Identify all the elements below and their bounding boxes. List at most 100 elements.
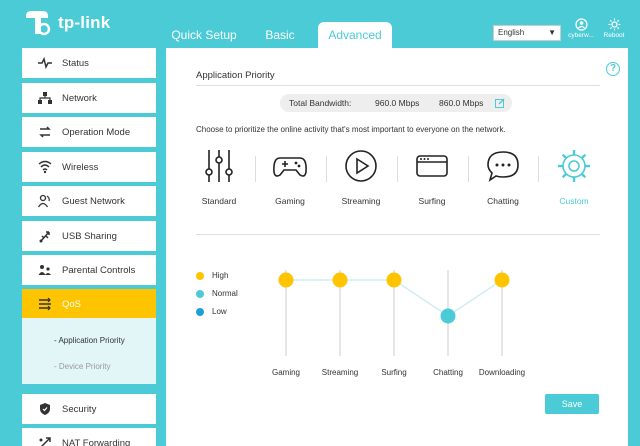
- sidebar-item-parental-controls[interactable]: Parental Controls: [22, 255, 156, 285]
- sidebar-item-label: USB Sharing: [62, 230, 117, 242]
- category-label: Downloading: [479, 368, 525, 377]
- sliders-icon: [205, 150, 233, 182]
- mode-custom[interactable]: Custom: [547, 148, 601, 206]
- sidebar-item-wireless[interactable]: Wireless: [22, 152, 156, 182]
- priority-handle-surfing[interactable]: [386, 272, 402, 288]
- user-button[interactable]: cyberw...: [566, 18, 596, 39]
- guest-icon: [38, 194, 50, 208]
- tab-quick-setup[interactable]: Quick Setup: [166, 22, 242, 48]
- browser-icon: [416, 155, 448, 177]
- mode-label: Chatting: [487, 196, 519, 206]
- priority-handle-streaming[interactable]: [332, 272, 348, 288]
- category-label: Streaming: [322, 368, 358, 377]
- sidebar-item-label: QoS: [62, 298, 82, 310]
- mode-standard[interactable]: Standard: [192, 148, 246, 206]
- sidebar-item-security[interactable]: Security: [22, 394, 156, 424]
- submenu-device-priority[interactable]: - Device Priority: [54, 362, 110, 371]
- tab-basic[interactable]: Basic: [258, 22, 302, 48]
- user-label: cyberw...: [568, 32, 594, 39]
- sidebar-item-label: Guest Network: [62, 195, 125, 207]
- tp-link-logo-icon: [26, 11, 51, 36]
- gamepad-icon: [273, 157, 307, 177]
- mode-label: Standard: [201, 196, 237, 206]
- priority-handle-downloading[interactable]: [494, 272, 510, 288]
- bandwidth-label: Total Bandwidth:: [289, 98, 352, 108]
- category-label: Surfing: [381, 368, 406, 377]
- category-label: Gaming: [272, 368, 300, 377]
- pulse-icon: [38, 56, 52, 70]
- mode-separator: [468, 156, 469, 182]
- description-text: Choose to prioritize the online activity…: [196, 125, 506, 134]
- tp-link-logo: tp-link: [22, 8, 110, 38]
- category-label: Chatting: [433, 368, 463, 377]
- legend-dot: [196, 272, 204, 280]
- shield-icon: [40, 403, 50, 415]
- sidebar-item-label: Security: [62, 403, 97, 415]
- mode-separator: [255, 156, 256, 182]
- play-icon: [345, 150, 377, 182]
- mode-separator: [538, 156, 539, 182]
- divider: [196, 234, 600, 235]
- language-value: English: [498, 28, 525, 37]
- sidebar-item-status[interactable]: Status: [22, 48, 156, 78]
- legend-label: High: [212, 271, 229, 280]
- mode-gaming[interactable]: Gaming: [263, 148, 317, 206]
- mode-streaming[interactable]: Streaming: [334, 148, 388, 206]
- mode-surfing[interactable]: Surfing: [405, 148, 459, 206]
- sidebar-item-nat-forwarding[interactable]: NAT Forwarding: [22, 428, 156, 446]
- mode-label: Surfing: [418, 196, 446, 206]
- tab-advanced[interactable]: Advanced: [318, 22, 392, 48]
- parental-icon: [38, 265, 51, 275]
- mode-chatting[interactable]: Chatting: [476, 148, 530, 206]
- legend-label: Low: [212, 307, 227, 316]
- reboot-label: Reboot: [603, 32, 625, 39]
- sidebar-item-label: Wireless: [62, 161, 99, 173]
- sidebar-item-label: Status: [62, 57, 89, 69]
- help-icon[interactable]: ?: [606, 62, 620, 76]
- main-panel: ? Application Priority Total Bandwidth: …: [166, 48, 628, 446]
- mode-label: Custom: [559, 196, 589, 206]
- sidebar-item-label: Network: [62, 92, 97, 104]
- mode-label: Gaming: [275, 196, 305, 206]
- reboot-button[interactable]: Reboot: [599, 18, 629, 39]
- qos-submenu: - Application Priority - Device Priority: [22, 318, 156, 384]
- mode-separator: [397, 156, 398, 182]
- submenu-application-priority[interactable]: - Application Priority: [54, 336, 125, 345]
- legend-dot: [196, 290, 204, 298]
- mode-label: Streaming: [341, 196, 381, 206]
- legend-label: Normal: [212, 289, 238, 298]
- usb-icon: [39, 231, 50, 243]
- sidebar-item-label: NAT Forwarding: [62, 437, 131, 446]
- nat-icon: [39, 437, 51, 446]
- sidebar-item-qos[interactable]: QoS: [22, 289, 156, 319]
- sidebar-item-usb-sharing[interactable]: USB Sharing: [22, 221, 156, 251]
- sidebar-item-label: Operation Mode: [62, 126, 131, 138]
- qos-icon: [39, 297, 51, 311]
- brand-name: tp-link: [58, 13, 111, 32]
- divider: [196, 85, 600, 86]
- wifi-icon: [38, 160, 52, 174]
- sidebar-item-network[interactable]: Network: [22, 83, 156, 113]
- sidebar-item-guest-network[interactable]: Guest Network: [22, 186, 156, 216]
- user-icon: [574, 18, 588, 31]
- chat-bubble-icon: [487, 151, 519, 182]
- top-header: tp-link Quick Setup Basic Advanced Engli…: [0, 0, 640, 48]
- sidebar-item-operation-mode[interactable]: Operation Mode: [22, 117, 156, 147]
- download-bandwidth: 860.0 Mbps: [439, 98, 484, 108]
- gear-icon: [558, 150, 590, 182]
- language-select[interactable]: English ▼: [493, 25, 561, 41]
- operation-mode-icon: [39, 126, 51, 138]
- upload-bandwidth: 960.0 Mbps: [375, 98, 420, 108]
- network-icon: [38, 92, 52, 104]
- mode-separator: [326, 156, 327, 182]
- edit-icon[interactable]: [495, 98, 505, 108]
- legend-dot: [196, 308, 204, 316]
- sidebar-item-label: Parental Controls: [62, 264, 136, 276]
- sidebar: Status Network Operation Mode Wireless G…: [22, 48, 156, 446]
- priority-handle-gaming[interactable]: [278, 272, 294, 288]
- reboot-icon: [608, 18, 620, 31]
- priority-chart: Gaming Streaming Surfing Chatting Downloadin…: [272, 270, 525, 377]
- priority-handle-chatting[interactable]: [440, 308, 456, 324]
- save-button[interactable]: Save: [545, 394, 599, 414]
- total-bandwidth: Total Bandwidth: 960.0 Mbps 860.0 Mbps: [280, 94, 512, 112]
